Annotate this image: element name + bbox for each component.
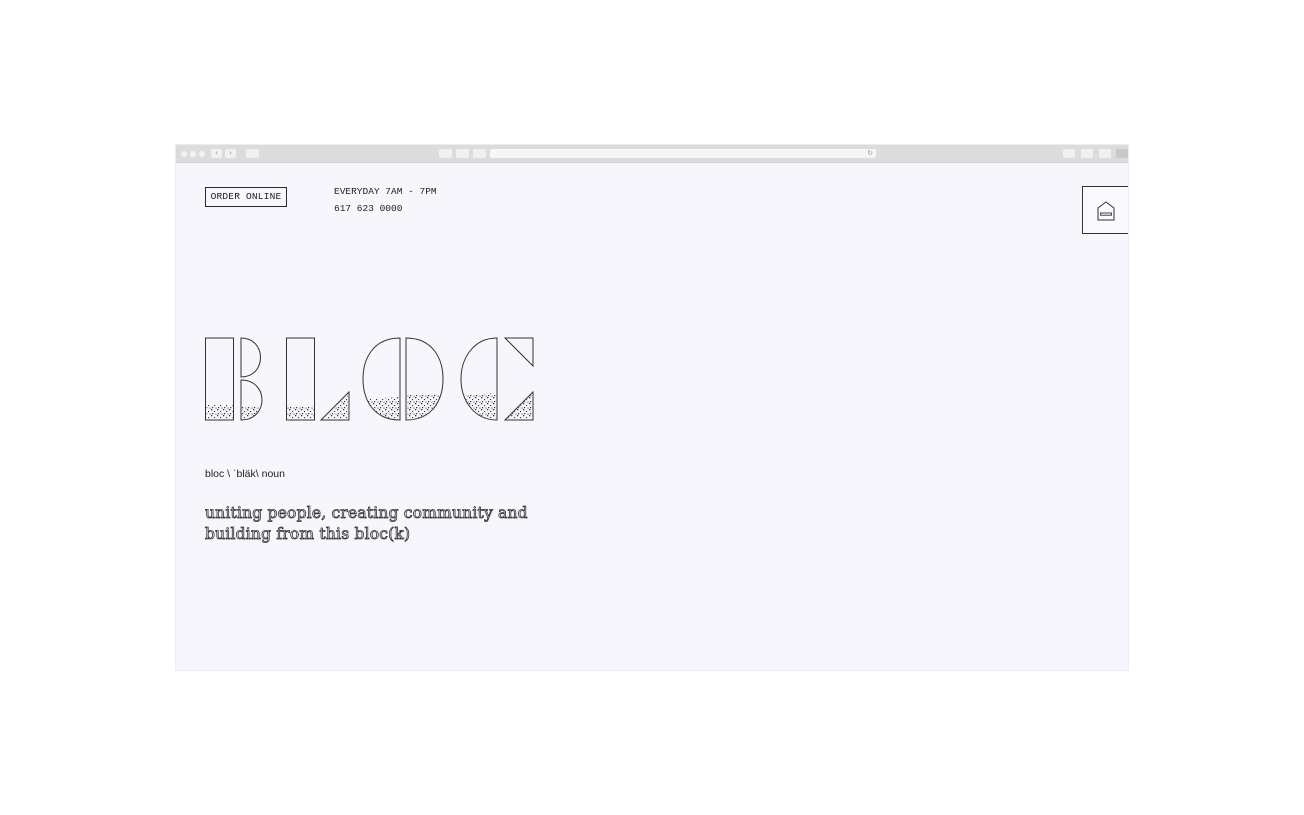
new-tab-icon[interactable]: [1116, 149, 1128, 158]
menu-button[interactable]: [1082, 186, 1128, 234]
home-icon[interactable]: [473, 149, 486, 158]
tagline-line-1: uniting people, creating community and: [205, 504, 528, 523]
order-online-button[interactable]: ORDER ONLINE: [205, 187, 287, 207]
window-close-dot[interactable]: [181, 151, 187, 157]
bloc-logo: [205, 337, 534, 421]
store-info: EVERYDAY 7AM - 7PM 617 623 0000: [334, 183, 437, 217]
forward-button[interactable]: ›: [225, 149, 236, 158]
store-hours: EVERYDAY 7AM - 7PM: [334, 186, 437, 197]
reload-icon[interactable]: ↻: [867, 149, 873, 158]
store-phone[interactable]: 617 623 0000: [334, 200, 437, 217]
pronunciation: bloc \ ˈbläk\ noun: [205, 468, 285, 480]
house-icon: [1097, 201, 1115, 221]
window-zoom-dot[interactable]: [199, 151, 205, 157]
tagline-line-2: building from this bloc(k): [205, 525, 411, 544]
share-icon[interactable]: [439, 149, 452, 158]
window-minimize-dot[interactable]: [190, 151, 196, 157]
tabs-icon[interactable]: [1081, 149, 1093, 158]
settings-icon[interactable]: [1099, 149, 1111, 158]
address-bar[interactable]: ↻: [490, 149, 876, 158]
browser-window: ‹ › ↻ ORDER ONLINE EVERYDAY 7AM - 7PM 61…: [176, 145, 1128, 670]
browser-toolbar: ‹ › ↻: [176, 145, 1128, 163]
tagline: uniting people, creating community and b…: [205, 503, 565, 545]
sidebar-icon[interactable]: [246, 149, 259, 158]
back-button[interactable]: ‹: [211, 149, 222, 158]
reader-icon[interactable]: [456, 149, 469, 158]
downloads-icon[interactable]: [1063, 149, 1075, 158]
